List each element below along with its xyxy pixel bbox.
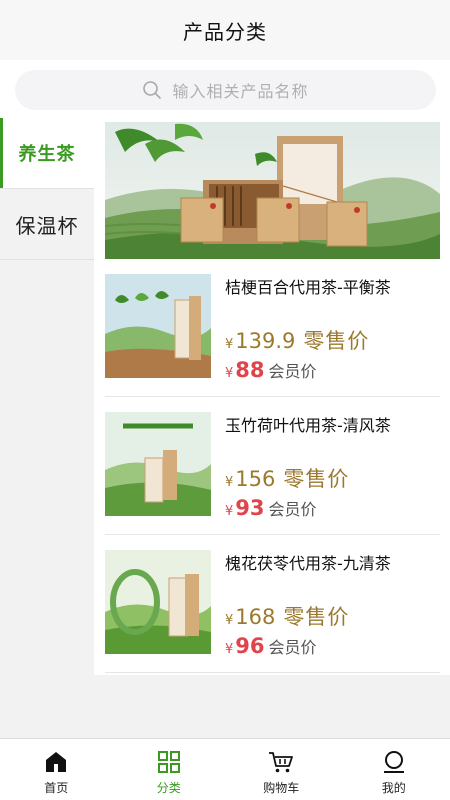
sidebar-item-label: 保温杯 bbox=[15, 213, 79, 238]
product-image bbox=[105, 550, 211, 654]
member-price: ¥ 88 会员价 bbox=[225, 358, 317, 382]
retail-price-label: 零售价 bbox=[283, 605, 350, 629]
tab-category[interactable]: 分类 bbox=[113, 739, 226, 800]
currency-symbol: ¥ bbox=[225, 337, 234, 352]
member-price: ¥ 96 会员价 bbox=[225, 634, 317, 658]
retail-price: ¥ 156 零售价 bbox=[225, 463, 349, 493]
member-price-label: 会员价 bbox=[268, 638, 317, 657]
currency-symbol: ¥ bbox=[225, 475, 234, 490]
category-banner-image[interactable] bbox=[105, 122, 440, 259]
currency-symbol: ¥ bbox=[225, 642, 234, 657]
profile-icon bbox=[383, 751, 404, 773]
product-list-panel: 桔梗百合代用茶-平衡茶 ¥ 139.9 零售价 ¥ 88 会员价 玉竹荷叶代用茶… bbox=[94, 118, 450, 675]
bottom-tab-bar: 首页 分类 购物车 我的 bbox=[0, 738, 450, 800]
tab-profile[interactable]: 我的 bbox=[338, 739, 450, 800]
retail-price-value: 168 bbox=[235, 605, 276, 629]
product-card[interactable]: 槐花茯苓代用茶-九清茶 ¥ 168 零售价 ¥ 96 会员价 bbox=[105, 535, 440, 673]
cart-icon bbox=[269, 752, 294, 773]
member-price: ¥ 93 会员价 bbox=[225, 496, 317, 520]
tab-label: 我的 bbox=[381, 781, 406, 795]
retail-price-value: 139.9 bbox=[235, 329, 296, 353]
retail-price: ¥ 168 零售价 bbox=[225, 601, 349, 631]
tab-label: 购物车 bbox=[263, 781, 300, 795]
currency-symbol: ¥ bbox=[225, 504, 234, 519]
search-input[interactable]: 输入相关产品名称 bbox=[15, 70, 436, 110]
category-grid-icon bbox=[157, 751, 180, 773]
sidebar-item-label: 养生茶 bbox=[18, 144, 76, 165]
tab-label: 分类 bbox=[156, 781, 181, 795]
member-price-label: 会员价 bbox=[268, 362, 317, 381]
product-card[interactable]: 桔梗百合代用茶-平衡茶 ¥ 139.9 零售价 ¥ 88 会员价 bbox=[105, 259, 440, 397]
product-image bbox=[105, 274, 211, 378]
product-name: 玉竹荷叶代用茶-清风茶 bbox=[225, 416, 391, 435]
category-sidebar: 养生茶 保温杯 bbox=[0, 118, 94, 738]
product-image bbox=[105, 412, 211, 516]
product-card[interactable]: 玉竹荷叶代用茶-清风茶 ¥ 156 零售价 ¥ 93 会员价 bbox=[105, 397, 440, 535]
retail-price-label: 零售价 bbox=[283, 467, 350, 491]
retail-price-value: 156 bbox=[235, 467, 276, 491]
tab-label: 首页 bbox=[44, 781, 69, 795]
sidebar-item-thermos-cup[interactable]: 保温杯 bbox=[0, 189, 94, 260]
top-bar: 产品分类 bbox=[0, 0, 450, 60]
member-price-value: 88 bbox=[235, 358, 265, 382]
product-name: 槐花茯苓代用茶-九清茶 bbox=[225, 554, 391, 573]
home-icon bbox=[46, 752, 67, 772]
search-icon bbox=[143, 81, 162, 99]
tab-home[interactable]: 首页 bbox=[0, 739, 113, 800]
currency-symbol: ¥ bbox=[225, 366, 234, 381]
search-bar-container: 输入相关产品名称 bbox=[0, 60, 450, 118]
currency-symbol: ¥ bbox=[225, 613, 234, 628]
member-price-label: 会员价 bbox=[268, 500, 317, 519]
member-price-value: 96 bbox=[235, 634, 265, 658]
sidebar-item-health-tea[interactable]: 养生茶 bbox=[0, 118, 94, 189]
product-name: 桔梗百合代用茶-平衡茶 bbox=[225, 278, 391, 297]
retail-price: ¥ 139.9 零售价 bbox=[225, 325, 369, 355]
page-title: 产品分类 bbox=[183, 19, 267, 44]
search-placeholder: 输入相关产品名称 bbox=[172, 82, 309, 101]
member-price-value: 93 bbox=[235, 496, 265, 520]
retail-price-label: 零售价 bbox=[303, 329, 370, 353]
tab-cart[interactable]: 购物车 bbox=[225, 739, 338, 800]
